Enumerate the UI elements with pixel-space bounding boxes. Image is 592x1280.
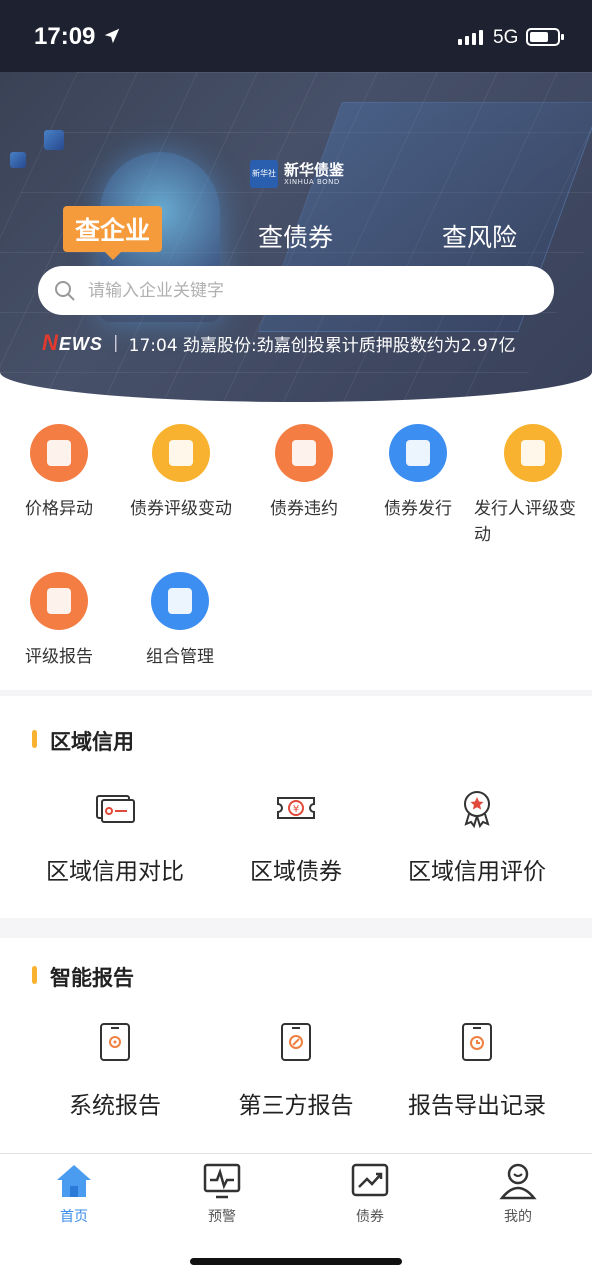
region-credit-section: 区域信用 区域信用对比 ¥ 区域债券 区域信用评价 [0, 696, 592, 918]
link-doc-icon [281, 1023, 311, 1061]
menu-item-label: 债券发行 [384, 499, 452, 519]
home-indicator [190, 1258, 402, 1265]
tab-label: 预警 [208, 1209, 236, 1225]
hero-cube [44, 130, 64, 150]
chart-issue-icon [389, 424, 447, 482]
news-ticker[interactable]: NEWS | 17:04 劲嘉股份:劲嘉创投累计质押股数约为2.97亿 [42, 330, 542, 356]
section-divider [0, 918, 592, 938]
hero-banner: 新华社 新华债鉴 XINHUA BOND 查企业 查债券 查风险 NEWS | … [0, 72, 592, 402]
default-ticket-icon [275, 424, 333, 482]
tab-home[interactable]: 首页 [24, 1162, 124, 1226]
card-compare-icon [96, 795, 135, 823]
network-label: 5G [493, 27, 519, 48]
menu-item-label: 发行人评级变动 [474, 499, 576, 545]
menu-item-bond-issue[interactable]: 债券发行 [359, 424, 477, 522]
section-title: 智能报告 [32, 962, 134, 992]
yen-ticket-icon: ¥ [277, 797, 315, 819]
tab-label: 首页 [60, 1209, 88, 1225]
status-time: 17:09 [34, 23, 96, 50]
tab-label: 债券 [356, 1209, 384, 1225]
menu-item-label: 债券评级变动 [130, 499, 232, 519]
news-separator: | [112, 333, 119, 353]
gear-doc-icon [100, 1023, 130, 1061]
region-item-label: 区域信用对比 [46, 859, 184, 885]
menu-item-price-change[interactable]: 价格异动 [0, 424, 118, 522]
search-icon [55, 280, 75, 301]
user-icon [499, 1163, 537, 1200]
news-headline[interactable]: 17:04 劲嘉股份:劲嘉创投累计质押股数约为2.97亿 [129, 331, 516, 356]
clipboard-star-icon [30, 572, 88, 630]
rating-change-icon [152, 424, 210, 482]
menu-item-label: 评级报告 [25, 647, 93, 667]
region-item-label: 区域信用评价 [408, 859, 546, 885]
menu-item-label: 债券违约 [270, 499, 338, 519]
brand-name: 新华债鉴 [284, 161, 345, 179]
tab-search-company[interactable]: 查企业 [63, 206, 163, 260]
region-bond[interactable]: ¥ 区域债券 [196, 786, 396, 886]
menu-item-bond-rating-change[interactable]: 债券评级变动 [121, 424, 241, 522]
home-icon [57, 1165, 91, 1197]
tab-search-risk[interactable]: 查风险 [442, 218, 517, 254]
award-badge-icon [464, 791, 490, 829]
menu-item-portfolio[interactable]: 组合管理 [121, 572, 239, 670]
menu-item-bond-default[interactable]: 债券违约 [245, 424, 363, 522]
smart-report-section: 智能报告 系统报告 第三方报告 报告导出记录 [0, 938, 592, 1153]
third-party-report[interactable]: 第三方报告 [196, 1020, 396, 1120]
report-item-label: 报告导出记录 [408, 1093, 546, 1119]
tab-alert[interactable]: 预警 [172, 1162, 272, 1226]
history-doc-icon [462, 1023, 492, 1061]
pulse-monitor-icon [203, 1163, 241, 1199]
menu-item-label: 价格异动 [25, 499, 93, 519]
news-logo: NEWS [42, 330, 103, 355]
bar-chart-icon [151, 572, 209, 630]
menu-item-issuer-rating-change[interactable]: 发行人评级变动 [470, 424, 592, 548]
tab-bond[interactable]: 债券 [320, 1162, 420, 1226]
menu-item-label: 组合管理 [146, 647, 214, 667]
search-bar[interactable] [38, 266, 554, 315]
location-arrow-icon [104, 28, 120, 44]
tab-mine[interactable]: 我的 [468, 1162, 568, 1226]
svg-text:¥: ¥ [293, 804, 299, 815]
report-export-history[interactable]: 报告导出记录 [377, 1020, 577, 1120]
tab-search-bond[interactable]: 查债券 [258, 218, 333, 254]
tab-label: 我的 [504, 1209, 532, 1225]
issuer-rating-icon [504, 424, 562, 482]
hero-cube [10, 152, 26, 168]
trend-chart-icon [351, 1163, 389, 1197]
menu-item-rating-report[interactable]: 评级报告 [0, 572, 118, 670]
report-item-label: 系统报告 [69, 1093, 161, 1119]
search-input[interactable] [88, 280, 508, 301]
signal-icon [458, 30, 483, 45]
xinhua-logo-icon: 新华社 [250, 160, 278, 188]
region-item-label: 区域债券 [250, 859, 342, 885]
region-credit-compare[interactable]: 区域信用对比 [15, 786, 215, 886]
region-credit-evaluation[interactable]: 区域信用评价 [377, 786, 577, 886]
report-item-label: 第三方报告 [238, 1093, 354, 1119]
section-title: 区域信用 [32, 726, 134, 756]
brand-sub: XINHUA BOND [284, 178, 340, 186]
quick-menu: 价格异动 债券评级变动 债券违约 债券发行 发行人评级变动 评级报告 组合管理 [0, 420, 592, 690]
brand-logo: 新华社 新华债鉴 XINHUA BOND [250, 160, 344, 188]
battery-icon [526, 28, 564, 46]
money-bag-icon [30, 424, 88, 482]
status-bar: 17:09 5G [0, 0, 592, 72]
system-report[interactable]: 系统报告 [15, 1020, 215, 1120]
